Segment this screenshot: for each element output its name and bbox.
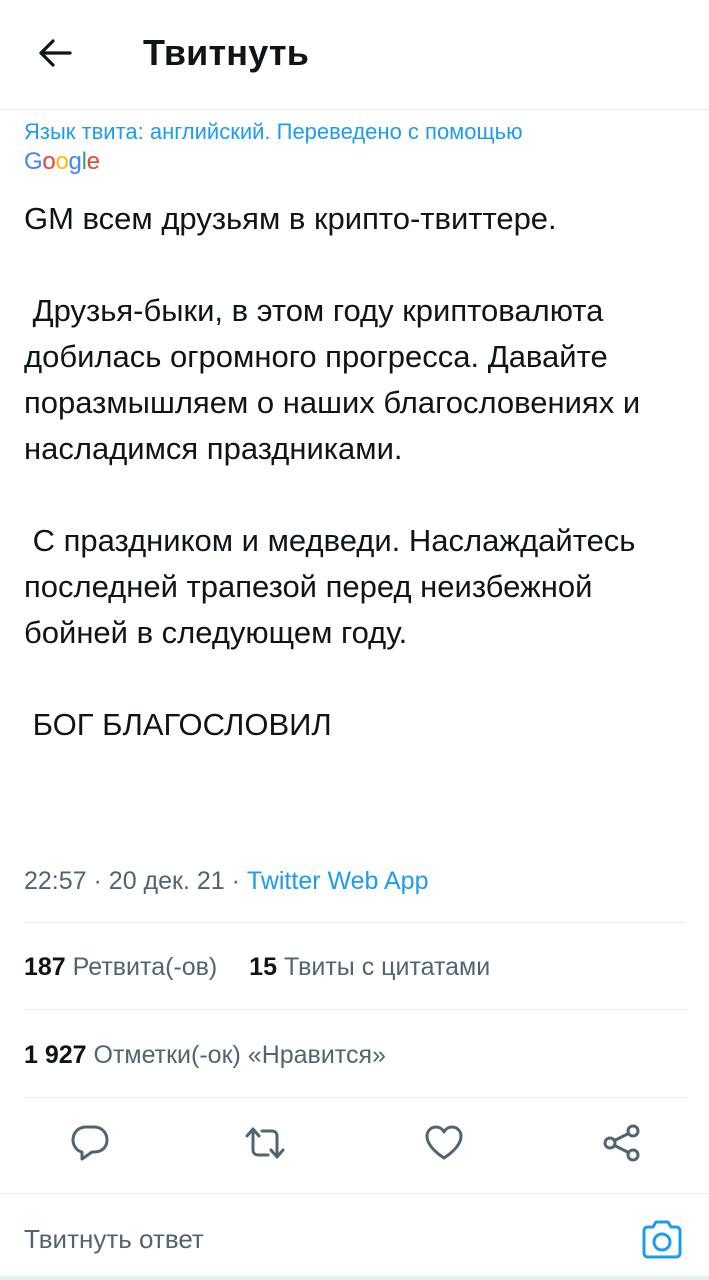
divider [24, 1097, 686, 1098]
camera-button[interactable] [638, 1218, 686, 1266]
google-logo: Google [24, 148, 100, 175]
reply-button[interactable] [64, 1119, 116, 1171]
like-button[interactable] [418, 1119, 470, 1171]
share-button[interactable] [596, 1119, 648, 1171]
tweet-text: GM всем друзьям в крипто-твиттере. Друзь… [24, 201, 641, 742]
retweet-button[interactable] [239, 1119, 291, 1171]
heart-icon [424, 1125, 464, 1166]
quotes-label: Твиты с цитатами [283, 953, 491, 981]
translation-notice[interactable]: Язык твита: английский. Переведено с пом… [24, 118, 523, 146]
likes-stat[interactable]: 1 927 Отметки(-ок) «Нравится» [24, 1038, 386, 1072]
reply-bar: Твитнуть ответ [0, 1196, 709, 1280]
top-bar: Твитнуть [0, 0, 709, 110]
meta-separator: · [231, 867, 240, 895]
camera-icon [640, 1220, 684, 1265]
share-icon [602, 1124, 642, 1167]
retweets-label: Ретвита(-ов) [72, 953, 218, 981]
reply-input[interactable]: Твитнуть ответ [24, 1224, 204, 1255]
divider [24, 1009, 686, 1010]
divider [0, 1193, 709, 1194]
tweet-source-link[interactable]: Twitter Web App [247, 867, 429, 895]
action-bar [0, 1105, 709, 1185]
tweet-date: 20 дек. 21 [108, 867, 225, 895]
back-button[interactable] [30, 30, 80, 80]
tweet-metadata: 22:57 · 20 дек. 21 · Twitter Web App [24, 864, 429, 898]
reply-icon [70, 1124, 110, 1167]
divider [24, 922, 686, 923]
page-title: Твитнуть [143, 32, 310, 73]
quotes-stat[interactable]: 15 Твиты с цитатами [249, 950, 490, 984]
retweets-count: 187 [24, 953, 66, 981]
quotes-count: 15 [249, 953, 277, 981]
tweet-time: 22:57 [24, 867, 87, 895]
arrow-left-icon [38, 38, 72, 73]
likes-count: 1 927 [24, 1041, 87, 1069]
bottom-border [0, 1276, 709, 1280]
meta-separator: · [93, 867, 102, 895]
retweets-stat[interactable]: 187 Ретвита(-ов) [24, 950, 217, 984]
stats-row-reposts: 187 Ретвита(-ов) 15 Твиты с цитатами [24, 950, 490, 984]
likes-label: Отметки(-ок) «Нравится» [93, 1041, 386, 1069]
retweet-icon [244, 1126, 286, 1165]
stats-row-likes: 1 927 Отметки(-ок) «Нравится» [24, 1038, 386, 1072]
